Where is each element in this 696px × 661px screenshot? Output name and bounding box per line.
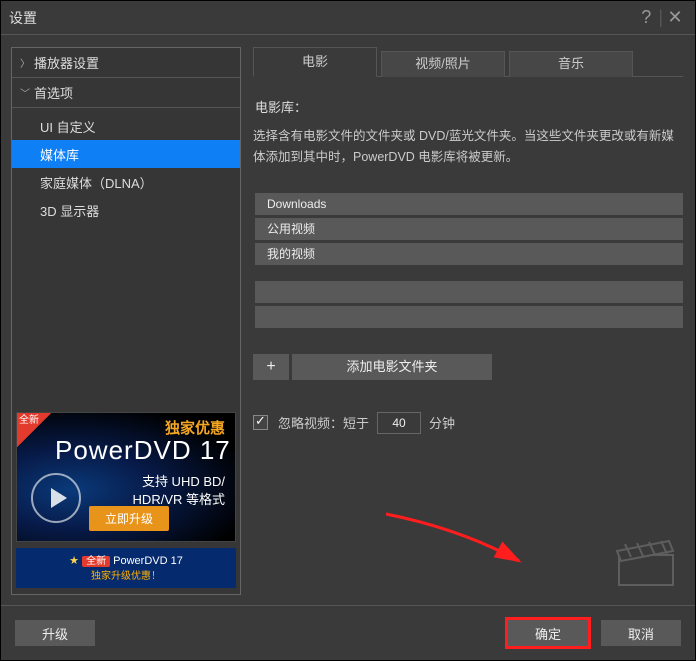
- folder-row-empty: [255, 281, 683, 303]
- folder-row[interactable]: Downloads: [255, 193, 683, 215]
- folder-row-empty: [255, 306, 683, 328]
- section-title: 电影库：: [255, 97, 683, 116]
- promo-small[interactable]: ★ 全新 PowerDVD 17 独家升级优惠！: [16, 548, 236, 588]
- folder-row[interactable]: 我的视频: [255, 243, 683, 265]
- play-icon: [31, 473, 81, 523]
- promo-banner[interactable]: 全新 独家优惠 PowerDVD 17 支持 UHD BD/ HDR/VR 等格…: [16, 412, 236, 542]
- sidebar-item[interactable]: 家庭媒体（DLNA）: [12, 168, 240, 196]
- upgrade-button[interactable]: 升级: [15, 620, 95, 646]
- ignore-label-pre: 忽略视频：短于: [278, 413, 369, 432]
- promo-sub1: 支持 UHD BD/: [142, 471, 225, 490]
- ok-button[interactable]: 确定: [508, 620, 588, 646]
- promo-product: PowerDVD 17: [55, 435, 231, 466]
- chevron-right-icon: 〉: [20, 55, 34, 70]
- chevron-down-icon: ﹀: [20, 85, 34, 100]
- ok-highlight: 确定: [505, 617, 591, 649]
- cancel-button[interactable]: 取消: [601, 620, 681, 646]
- tab[interactable]: 电影: [253, 47, 377, 77]
- tab[interactable]: 音乐: [509, 51, 633, 77]
- window-title: 设置: [9, 8, 634, 28]
- help-button[interactable]: ?: [634, 7, 658, 28]
- ignore-checkbox[interactable]: [253, 415, 268, 430]
- sidebar-item[interactable]: 媒体库: [12, 140, 240, 168]
- star-icon: ★: [69, 555, 79, 567]
- new-badge: 全新: [17, 413, 51, 447]
- sidebar-group-label: 播放器设置: [34, 53, 99, 72]
- ignore-label-post: 分钟: [429, 413, 455, 432]
- folder-row[interactable]: 公用视频: [255, 218, 683, 240]
- sidebar-group-label: 首选项: [34, 83, 73, 102]
- section-description: 选择含有电影文件的文件夹或 DVD/蓝光文件夹。当这些文件夹更改或有新媒体添加到…: [253, 126, 683, 169]
- promo-upgrade-button[interactable]: 立即升级: [89, 506, 169, 531]
- tab[interactable]: 视频/照片: [381, 51, 505, 77]
- sidebar-item[interactable]: 3D 显示器: [12, 196, 240, 224]
- sidebar: 〉 播放器设置 ﹀ 首选项 UI 自定义媒体库家庭媒体（DLNA）3D 显示器 …: [11, 47, 241, 595]
- add-folder-plus[interactable]: +: [253, 354, 289, 380]
- close-button[interactable]: ✕: [663, 7, 687, 28]
- sidebar-group-player[interactable]: 〉 播放器设置: [12, 48, 240, 78]
- ignore-value-input[interactable]: [377, 412, 421, 434]
- sidebar-item[interactable]: UI 自定义: [12, 112, 240, 140]
- sidebar-group-preferences[interactable]: ﹀ 首选项: [12, 78, 240, 108]
- add-folder-button[interactable]: 添加电影文件夹: [292, 354, 492, 380]
- clapperboard-icon: [615, 537, 677, 589]
